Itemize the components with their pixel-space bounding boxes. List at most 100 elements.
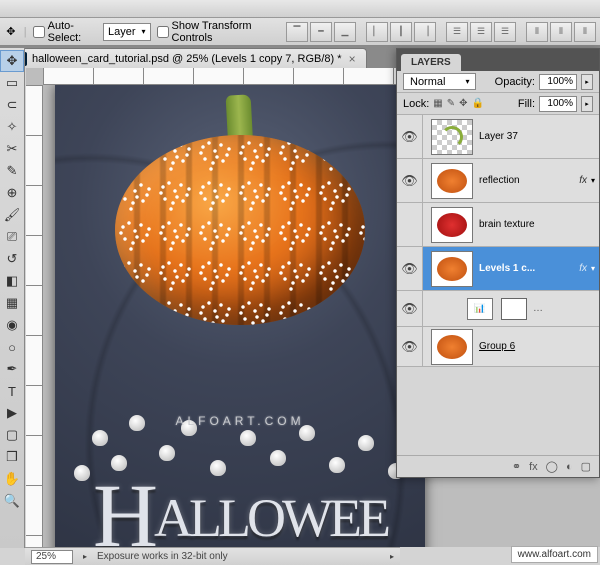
show-transform-checkbox[interactable]: Show Transform Controls (157, 20, 277, 44)
visibility-toggle[interactable] (397, 203, 423, 246)
align-hmid-button[interactable]: ┃ (390, 22, 412, 42)
align-bottom-button[interactable]: ▁ (334, 22, 356, 42)
dist-top-button[interactable]: ☰ (446, 22, 468, 42)
opacity-label: Opacity: (495, 76, 535, 88)
layer-name[interactable]: Layer 37 (479, 131, 599, 142)
more-icon[interactable]: … (533, 303, 543, 314)
document-tab[interactable]: Ps halloween_card_tutorial.psd @ 25% (Le… (4, 48, 367, 68)
layer-name[interactable]: brain texture (479, 219, 599, 230)
auto-select-label: Auto-Select: (48, 20, 97, 44)
stamp-tool[interactable]: ⎚ (0, 226, 24, 248)
gradient-tool[interactable]: ▦ (0, 292, 24, 314)
align-buttons-2: ▏ ┃ ▕ (366, 22, 436, 42)
dodge-tool[interactable]: ○ (0, 336, 24, 358)
align-left-button[interactable]: ▏ (366, 22, 388, 42)
pen-tool[interactable]: ✒ (0, 358, 24, 380)
layers-tab[interactable]: LAYERS (401, 54, 461, 71)
layer-name[interactable]: Levels 1 c... (479, 263, 579, 274)
brush-tool[interactable]: 🖌 (0, 204, 24, 226)
adjustment-icon[interactable]: 📊 (467, 298, 493, 320)
visibility-toggle[interactable]: 👁 (397, 247, 423, 290)
close-tab-button[interactable]: × (347, 52, 358, 66)
eraser-tool[interactable]: ◧ (0, 270, 24, 292)
path-select-tool[interactable]: ▶ (0, 402, 24, 424)
dist-vmid-button[interactable]: ☰ (470, 22, 492, 42)
layers-panel: LAYERS Normal ▾ Opacity: 100% ▸ Lock: ▦ … (396, 48, 600, 478)
layer-style-icon[interactable]: fx (529, 461, 538, 473)
adjustment-layer-icon[interactable]: ◐ (566, 461, 573, 473)
opacity-input[interactable]: 100% (539, 74, 577, 90)
dist-left-button[interactable]: ⦀ (526, 22, 548, 42)
align-top-button[interactable]: ▔ (286, 22, 308, 42)
dist-bottom-button[interactable]: ☰ (494, 22, 516, 42)
layer-row[interactable]: brain texture (397, 203, 599, 247)
chevron-down-icon[interactable]: ▾ (591, 176, 595, 185)
warp-mesh-points (115, 135, 365, 325)
lock-position-icon[interactable]: ✥ (459, 98, 467, 109)
marquee-tool[interactable]: ▭ (0, 72, 24, 94)
layer-list: 👁 Layer 37 👁 reflection fx ▾ brain textu… (397, 115, 599, 455)
lasso-tool[interactable]: ⊂ (0, 94, 24, 116)
dist-hmid-button[interactable]: ⦀ (550, 22, 572, 42)
show-transform-label: Show Transform Controls (172, 20, 277, 44)
crop-tool[interactable]: ✂ (0, 138, 24, 160)
visibility-toggle[interactable]: 👁 (397, 159, 423, 202)
move-tool-icon: ✥ (4, 24, 18, 40)
chevron-right-icon[interactable]: ▸ (390, 552, 394, 561)
align-vmid-button[interactable]: ━ (310, 22, 332, 42)
fill-slider-button[interactable]: ▸ (581, 96, 593, 112)
eyedropper-tool[interactable]: ✎ (0, 160, 24, 182)
layer-row-adjustment[interactable]: 👁 📊 … (397, 291, 599, 327)
layer-name[interactable]: Group 6 (479, 341, 599, 352)
layer-thumbnail[interactable] (431, 251, 473, 287)
lock-all-icon[interactable]: 🔒 (472, 98, 484, 109)
link-layers-icon[interactable]: ⚭ (512, 460, 521, 473)
lock-transparency-icon[interactable]: ▦ (433, 98, 442, 109)
align-right-button[interactable]: ▕ (414, 22, 436, 42)
shape-tool[interactable]: ▢ (0, 424, 24, 446)
layer-thumbnail[interactable] (431, 207, 473, 243)
vertical-ruler[interactable] (26, 85, 43, 547)
magic-wand-tool[interactable]: ✧ (0, 116, 24, 138)
layer-row-selected[interactable]: 👁 Levels 1 c... fx ▾ (397, 247, 599, 291)
hand-tool[interactable]: ✋ (0, 468, 24, 490)
visibility-toggle[interactable]: 👁 (397, 327, 423, 366)
zoom-input[interactable]: 25% (31, 550, 73, 564)
group-icon[interactable]: ▢ (581, 460, 591, 473)
layer-thumbnail[interactable] (431, 329, 473, 365)
layer-row[interactable]: 👁 Layer 37 (397, 115, 599, 159)
layer-thumbnail[interactable] (431, 119, 473, 155)
opacity-slider-button[interactable]: ▸ (581, 74, 593, 90)
lock-label: Lock: (403, 98, 429, 110)
dist-right-button[interactable]: ⦀ (574, 22, 596, 42)
layer-mask-icon[interactable]: ◯ (546, 460, 558, 473)
zoom-tool[interactable]: 🔍 (0, 490, 24, 512)
lock-paint-icon[interactable]: ✎ (447, 98, 455, 109)
3d-tool[interactable]: ❒ (0, 446, 24, 468)
layers-panel-footer: ⚭ fx ◯ ◐ ▢ (397, 455, 599, 477)
chevron-right-icon[interactable]: ▸ (83, 552, 87, 561)
auto-select-mode-dropdown[interactable]: Layer ▾ (103, 23, 151, 41)
history-brush-tool[interactable]: ↺ (0, 248, 24, 270)
layer-row-group[interactable]: 👁 Group 6 (397, 327, 599, 367)
pumpkin-art (115, 135, 365, 325)
layer-name[interactable]: reflection (479, 175, 579, 186)
visibility-toggle[interactable]: 👁 (397, 115, 423, 158)
fill-input[interactable]: 100% (539, 96, 577, 112)
halloween-title-art: HALLOWEE (55, 465, 425, 547)
blur-tool[interactable]: ◉ (0, 314, 24, 336)
auto-select-checkbox[interactable]: Auto-Select: (33, 20, 97, 44)
fx-badge[interactable]: fx (579, 175, 587, 186)
layer-mask-thumbnail[interactable] (501, 298, 527, 320)
fx-badge[interactable]: fx (579, 263, 587, 274)
chevron-down-icon: ▾ (142, 27, 146, 36)
healing-tool[interactable]: ⊕ (0, 182, 24, 204)
layer-thumbnail[interactable] (431, 163, 473, 199)
chevron-down-icon: ▾ (465, 77, 469, 86)
chevron-down-icon[interactable]: ▾ (591, 264, 595, 273)
layer-row[interactable]: 👁 reflection fx ▾ (397, 159, 599, 203)
blend-mode-dropdown[interactable]: Normal ▾ (403, 73, 476, 90)
visibility-toggle[interactable]: 👁 (397, 291, 423, 327)
type-tool[interactable]: T (0, 380, 24, 402)
move-tool[interactable]: ✥ (0, 50, 24, 72)
